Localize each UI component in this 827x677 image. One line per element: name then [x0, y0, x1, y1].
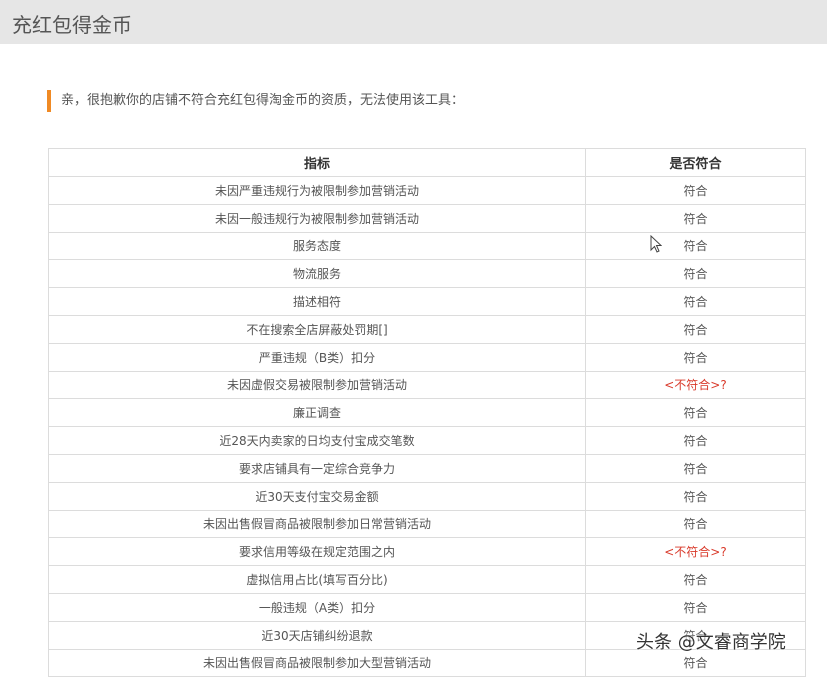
table-row: 未因严重违规行为被限制参加营销活动符合	[49, 177, 806, 205]
table-row: 不在搜索全店屏蔽处罚期[]符合	[49, 315, 806, 343]
indicator-cell: 未因虚假交易被限制参加营销活动	[49, 371, 586, 399]
indicator-cell: 近30天支付宝交易金额	[49, 482, 586, 510]
status-cell: 符合	[586, 399, 806, 427]
status-cell: 符合	[586, 593, 806, 621]
status-cell: 符合	[586, 204, 806, 232]
column-header-status: 是否符合	[586, 149, 806, 177]
status-cell: 符合	[586, 566, 806, 594]
indicator-cell: 未因严重违规行为被限制参加营销活动	[49, 177, 586, 205]
status-cell: 符合	[586, 288, 806, 316]
eligibility-table: 指标 是否符合 未因严重违规行为被限制参加营销活动符合未因一般违规行为被限制参加…	[48, 148, 806, 677]
indicator-cell: 要求信用等级在规定范围之内	[49, 538, 586, 566]
status-cell-failed[interactable]: <不符合>?	[586, 371, 806, 399]
ineligible-notice: 亲，很抱歉你的店铺不符合充红包得淘金币的资质，无法使用该工具：	[47, 90, 464, 112]
indicator-cell: 近28天内卖家的日均支付宝成交笔数	[49, 427, 586, 455]
indicator-cell: 未因出售假冒商品被限制参加大型营销活动	[49, 649, 586, 677]
table-row: 未因出售假冒商品被限制参加日常营销活动符合	[49, 510, 806, 538]
status-cell: 符合	[586, 232, 806, 260]
table-row: 要求信用等级在规定范围之内<不符合>?	[49, 538, 806, 566]
status-cell: 符合	[586, 427, 806, 455]
table-row: 廉正调查符合	[49, 399, 806, 427]
indicator-cell: 虚拟信用占比(填写百分比)	[49, 566, 586, 594]
status-cell: 符合	[586, 315, 806, 343]
table-row: 未因一般违规行为被限制参加营销活动符合	[49, 204, 806, 232]
table-row: 严重违规（B类）扣分符合	[49, 343, 806, 371]
table-row: 一般违规（A类）扣分符合	[49, 593, 806, 621]
table-row: 虚拟信用占比(填写百分比)符合	[49, 566, 806, 594]
table-row: 近30天支付宝交易金额符合	[49, 482, 806, 510]
page-title: 充红包得金币	[12, 9, 132, 38]
indicator-cell: 一般违规（A类）扣分	[49, 593, 586, 621]
status-cell: 符合	[586, 482, 806, 510]
page-header: 充红包得金币	[0, 0, 827, 44]
watermark: 头条 @文睿商学院	[636, 628, 786, 654]
status-cell: 符合	[586, 454, 806, 482]
table-row: 物流服务符合	[49, 260, 806, 288]
indicator-cell: 廉正调查	[49, 399, 586, 427]
indicator-cell: 不在搜索全店屏蔽处罚期[]	[49, 315, 586, 343]
table-row: 未因虚假交易被限制参加营销活动<不符合>?	[49, 371, 806, 399]
indicator-cell: 要求店铺具有一定综合竞争力	[49, 454, 586, 482]
table-row: 要求店铺具有一定综合竞争力符合	[49, 454, 806, 482]
indicator-cell: 未因出售假冒商品被限制参加日常营销活动	[49, 510, 586, 538]
status-cell: 符合	[586, 510, 806, 538]
indicator-cell: 未因一般违规行为被限制参加营销活动	[49, 204, 586, 232]
indicator-cell: 物流服务	[49, 260, 586, 288]
status-cell: 符合	[586, 260, 806, 288]
indicator-cell: 严重违规（B类）扣分	[49, 343, 586, 371]
indicator-cell: 描述相符	[49, 288, 586, 316]
status-cell-failed[interactable]: <不符合>?	[586, 538, 806, 566]
column-header-indicator: 指标	[49, 149, 586, 177]
status-cell: 符合	[586, 343, 806, 371]
table-row: 近28天内卖家的日均支付宝成交笔数符合	[49, 427, 806, 455]
indicator-cell: 近30天店铺纠纷退款	[49, 621, 586, 649]
status-cell: 符合	[586, 177, 806, 205]
table-header-row: 指标 是否符合	[49, 149, 806, 177]
table-row: 描述相符符合	[49, 288, 806, 316]
indicator-cell: 服务态度	[49, 232, 586, 260]
mouse-cursor-icon	[650, 235, 662, 257]
table-row: 服务态度符合	[49, 232, 806, 260]
